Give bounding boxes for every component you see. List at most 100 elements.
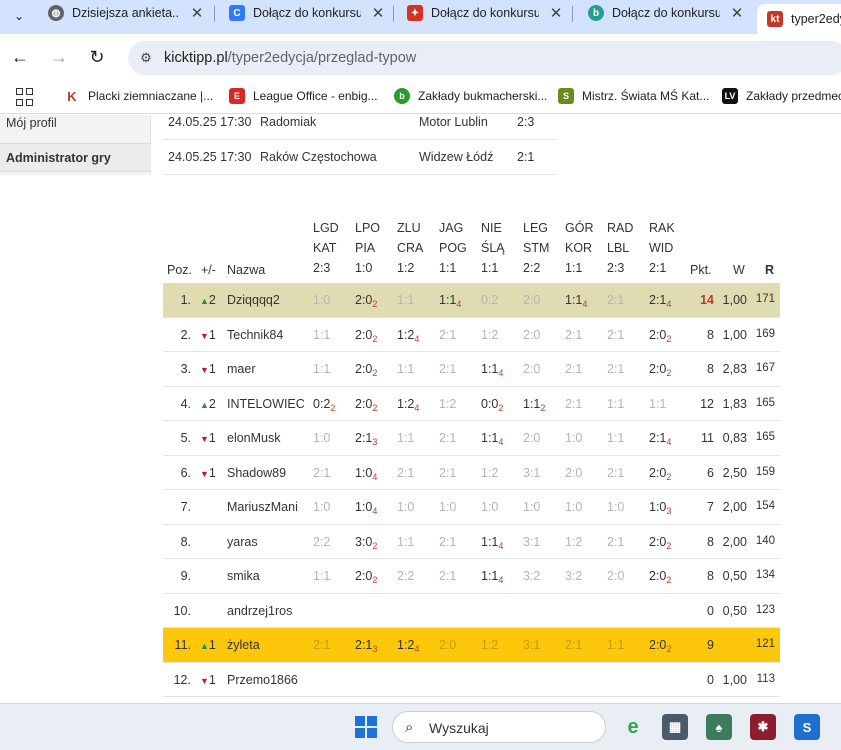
calculator-icon[interactable]: ▦ [662, 714, 688, 740]
table-row[interactable]: 7. MariuszMani 1:0 1:04 1:0 1:0 1:0 1:0 1:0 1:0 1:… [163, 490, 780, 525]
player-name[interactable]: andrzej1ros [227, 604, 307, 618]
table-row[interactable]: 8. yaras 2:2 3:02 1:1 2:1 1:14 3:1 1:2 2:1 2:02 8 2,… [163, 525, 780, 559]
header-game-line: 2:3 [313, 261, 331, 275]
tip-score: 2:1 [355, 431, 373, 445]
header-name[interactable]: Nazwa [227, 260, 265, 280]
w-cell: 0,50 [722, 603, 747, 618]
table-row[interactable]: 3. ▼1 maer 1:1 2:02 1:1 2:1 1:14 2:0 2:1 2:1 2:02 8 2… [163, 352, 780, 387]
back-button[interactable]: ← [8, 45, 32, 69]
player-name[interactable]: Przemo1866 [227, 673, 307, 687]
close-icon[interactable]: ✕ [190, 4, 204, 22]
table-row[interactable]: 9. smika 1:1 2:02 2:2 2:1 1:14 3:2 3:2 2:0 2:02 8 0,… [163, 559, 780, 594]
rank-cell: 6. [180, 465, 191, 480]
header-game-8[interactable]: RAD LBL 2:3 [607, 218, 633, 278]
e-icon: E [229, 88, 245, 104]
table-row[interactable]: 11. ▲1 żyleta 2:1 2:13 1:24 2:0 1:2 3:1 2:1 1:1 2:0… [163, 628, 780, 663]
player-name[interactable]: MariuszMani [227, 500, 307, 514]
r-cell: 167 [755, 362, 775, 374]
table-row[interactable]: 10. andrzej1ros 0 0,50 123 [163, 594, 780, 628]
tip-cell: 1:14 [481, 362, 529, 378]
table-body: 1. ▲2 Dziqqqq2 1:0 2:02 1:1 1:14 0:2 2:0 1:14 2:1 2… [163, 283, 780, 697]
player-name[interactable]: smika [227, 569, 307, 583]
tab-search-button[interactable]: ⌄ [6, 4, 32, 28]
header-game-7[interactable]: GÓR KOR 1:1 [565, 218, 593, 278]
solitaire-icon[interactable]: ♠ [706, 714, 732, 740]
bookmark-4[interactable]: S Mistrz. Świata MŚ Kat... [558, 88, 709, 104]
header-game-1[interactable]: LGD KAT 2:3 [313, 218, 339, 278]
header-points[interactable]: Pkt. [690, 260, 712, 280]
tab-5-active[interactable]: kt typer2edy [757, 4, 841, 34]
tip-score: 1:2 [481, 638, 499, 652]
player-name[interactable]: maer [227, 362, 307, 376]
tip-points: 4 [414, 644, 420, 654]
player-name[interactable]: Dziqqqq2 [227, 293, 307, 307]
rank-cell: 4. [180, 396, 191, 411]
header-change[interactable]: +/- [201, 260, 216, 280]
header-game-9[interactable]: RAK WID 2:1 [649, 218, 675, 278]
address-bar[interactable]: ⚙ kicktipp.pl/typer2edycja/przeglad-typo… [128, 41, 841, 75]
bookmark-3[interactable]: b Zakłady bukmacherski... [394, 88, 547, 104]
apps-grid-icon[interactable] [16, 88, 34, 106]
windows-start-icon[interactable] [355, 716, 377, 738]
table-row[interactable]: 4. ▲2 INTELOWIEC 0:22 2:02 1:24 1:2 0:02 1:12 2:1… [163, 387, 780, 421]
url-text[interactable]: kicktipp.pl/typer2edycja/przeglad-typow [164, 50, 416, 66]
site-info-icon[interactable]: ⚙ [136, 48, 156, 68]
close-icon[interactable]: ✕ [730, 4, 744, 22]
tab-3[interactable]: ✦ Dołącz do konkursu ✕ [407, 0, 563, 26]
player-name[interactable]: Technik84 [227, 328, 307, 342]
header-r[interactable]: R [765, 260, 774, 280]
forward-button[interactable]: → [47, 45, 71, 69]
player-name[interactable]: yaras [227, 535, 307, 549]
bookmark-2[interactable]: E League Office - enbig... [229, 88, 378, 104]
edge-icon[interactable]: e [620, 714, 646, 740]
tab-1[interactable]: ◍ Dzisiejsza ankieta... ✕ [48, 0, 204, 26]
tip-cell: 1:1 [397, 362, 445, 376]
header-game-3[interactable]: ZLU CRA 1:2 [397, 218, 423, 278]
tab-2[interactable]: C Dołącz do konkursu ✕ [229, 0, 385, 26]
header-w[interactable]: W [733, 260, 745, 280]
reload-button[interactable]: ↻ [85, 45, 109, 69]
header-game-line: STM [523, 241, 550, 255]
tip-cell: 1:12 [523, 397, 571, 413]
game-icon[interactable]: ✱ [750, 714, 776, 740]
header-game-line: 1:1 [439, 261, 457, 275]
sidebar-item-my-profile[interactable]: Mój profil [0, 115, 151, 137]
r-cell: 121 [755, 638, 775, 650]
table-row[interactable]: 1. ▲2 Dziqqqq2 1:0 2:02 1:1 1:14 0:2 2:0 1:14 2:1 2… [163, 283, 780, 318]
header-poz[interactable]: Poz. [167, 260, 192, 280]
tab-4[interactable]: b Dołącz do konkursu ✕ [588, 0, 744, 26]
points-cell: 12 [700, 396, 714, 411]
bookmark-5[interactable]: LV Zakłady przedmec [722, 88, 841, 104]
tip-cell: 1:0 [565, 431, 613, 445]
tip-points: 3 [372, 644, 378, 654]
tip-cell: 3:1 [523, 466, 571, 480]
player-name[interactable]: Shadow89 [227, 466, 307, 480]
header-game-5[interactable]: NIE ŚLĄ 1:1 [481, 218, 505, 278]
table-row[interactable]: 12. ▼1 Przemo1866 0 1,00 113 [163, 663, 780, 697]
tip-score: 1:2 [481, 465, 499, 480]
taskbar-search[interactable]: ⌕ Wyszukaj [392, 711, 606, 743]
table-row[interactable]: 2. ▼1 Technik84 1:1 2:02 1:24 2:1 1:2 2:0 2:1 2:1 2… [163, 318, 780, 352]
header-game-line: JAG [439, 221, 464, 235]
header-game-4[interactable]: JAG POG 1:1 [439, 218, 467, 278]
header-game-line: 1:1 [565, 261, 583, 275]
rank-cell: 9. [180, 569, 191, 583]
tip-cell: 2:1 [607, 362, 655, 376]
player-name[interactable]: żyleta [227, 638, 307, 652]
header-game-6[interactable]: LEG STM 2:2 [523, 218, 549, 278]
player-name[interactable]: elonMusk [227, 431, 307, 445]
player-name[interactable]: INTELOWIEC [227, 397, 307, 411]
tip-score: 1:1 [439, 293, 457, 307]
app-s-icon[interactable]: S [794, 714, 820, 740]
table-row[interactable]: 5. ▼1 elonMusk 1:0 2:13 1:1 2:1 1:14 2:0 1:0 1:1 2:… [163, 421, 780, 456]
close-icon[interactable]: ✕ [371, 4, 385, 22]
tip-cell: 0:2 [481, 293, 529, 307]
bookmark-1[interactable]: K Placki ziemniaczane |... [64, 88, 213, 104]
sidebar-item-admin[interactable]: Administrator gry [0, 143, 151, 172]
tip-cell: 2:02 [355, 328, 403, 344]
tip-score: 2:1 [439, 362, 457, 376]
header-game-2[interactable]: LPO PIA 1:0 [355, 218, 380, 278]
table-row[interactable]: 6. ▼1 Shadow89 2:1 1:04 2:1 2:1 1:2 3:1 2:0 2:1 2:0… [163, 456, 780, 490]
close-icon[interactable]: ✕ [549, 4, 563, 22]
tip-points: 2 [372, 402, 378, 413]
